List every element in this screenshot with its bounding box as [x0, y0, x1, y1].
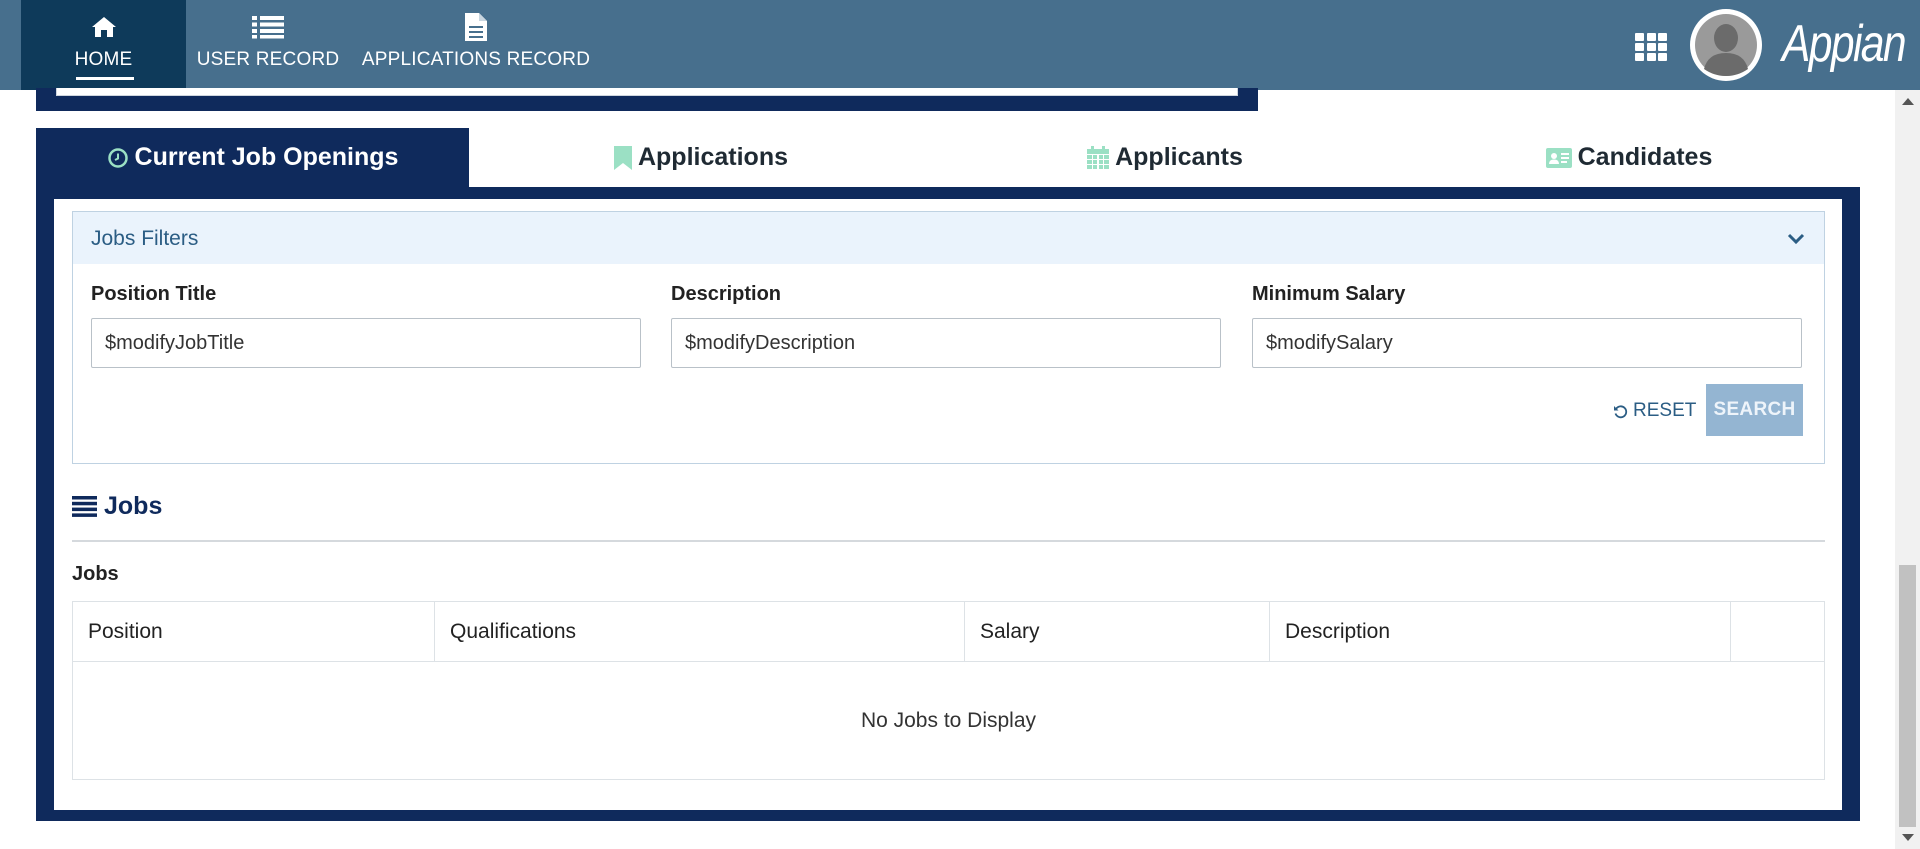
- jobs-grid: Position Qualifications Salary Descripti…: [72, 601, 1825, 780]
- id-card-icon: [1545, 147, 1572, 168]
- list-icon: [190, 12, 346, 42]
- tab-label: Current Job Openings: [134, 143, 399, 171]
- previous-section-card: [56, 88, 1238, 96]
- tab-label: Candidates: [1577, 143, 1713, 171]
- position-title-input[interactable]: [91, 318, 641, 368]
- jobs-grid-header: Position Qualifications Salary Descripti…: [73, 602, 1824, 662]
- page-scrollbar[interactable]: [1895, 90, 1920, 849]
- document-icon: [356, 12, 596, 42]
- scroll-down-arrow-icon[interactable]: [1902, 834, 1914, 841]
- nav-label-applications-record: APPLICATIONS RECORD: [361, 49, 591, 70]
- tab-current-job-openings[interactable]: Current Job Openings: [36, 128, 469, 187]
- nav-item-user-record[interactable]: USER RECORD: [190, 0, 346, 90]
- align-justify-icon: [72, 495, 97, 517]
- undo-icon: [1613, 404, 1628, 419]
- jobs-heading-text: Jobs: [104, 491, 163, 520]
- jobs-grid-label: Jobs: [72, 563, 119, 585]
- tab-applications[interactable]: Applications: [469, 128, 933, 187]
- description-field: Description: [671, 280, 1221, 368]
- minimum-salary-input[interactable]: [1252, 318, 1802, 368]
- tab-label: Applications: [637, 143, 788, 171]
- jobs-filters-header[interactable]: Jobs Filters: [73, 212, 1824, 264]
- tab-content-panel: Jobs Filters Position Title Description …: [36, 187, 1860, 821]
- tab-candidates[interactable]: Candidates: [1397, 128, 1861, 187]
- tab-content-card: Jobs Filters Position Title Description …: [54, 199, 1842, 810]
- description-input[interactable]: [671, 318, 1221, 368]
- jobs-section-heading: Jobs: [72, 489, 162, 523]
- position-title-field: Position Title: [91, 280, 641, 368]
- column-header-description[interactable]: Description: [1270, 602, 1731, 661]
- nav-label-home: HOME: [74, 49, 133, 70]
- app-launcher-grid-icon[interactable]: [1635, 33, 1667, 61]
- column-header-actions: [1731, 602, 1825, 661]
- clock-icon: [107, 147, 129, 169]
- column-header-qualifications[interactable]: Qualifications: [435, 602, 965, 661]
- nav-item-applications-record[interactable]: APPLICATIONS RECORD: [356, 0, 596, 90]
- scrollbar-thumb[interactable]: [1899, 565, 1916, 827]
- bookmark-icon: [613, 145, 632, 170]
- previous-section-edge: [36, 88, 1258, 111]
- position-title-label: Position Title: [91, 283, 217, 305]
- section-divider: [72, 540, 1825, 542]
- nav-item-home[interactable]: HOME: [21, 0, 186, 90]
- column-header-position[interactable]: Position: [73, 602, 435, 661]
- reset-button[interactable]: RESET: [1613, 397, 1696, 425]
- tab-applicants[interactable]: Applicants: [933, 128, 1397, 187]
- chevron-down-icon[interactable]: [1786, 228, 1806, 248]
- minimum-salary-field: Minimum Salary: [1252, 280, 1802, 368]
- column-header-salary[interactable]: Salary: [965, 602, 1270, 661]
- jobs-filters-section: Jobs Filters Position Title Description …: [72, 211, 1825, 464]
- jobs-filters-title: Jobs Filters: [91, 227, 199, 250]
- empty-grid-message: No Jobs to Display: [860, 709, 1037, 732]
- calendar-icon: [1087, 145, 1110, 170]
- tab-label: Applicants: [1115, 143, 1243, 171]
- home-icon: [21, 12, 186, 42]
- nav-label-user-record: USER RECORD: [196, 49, 340, 70]
- active-nav-underline: [76, 77, 134, 80]
- minimum-salary-label: Minimum Salary: [1252, 283, 1406, 305]
- top-navigation-bar: HOME USER RECORD APPLICATIONS RECORD App…: [0, 0, 1920, 90]
- search-button[interactable]: SEARCH: [1706, 384, 1803, 436]
- user-avatar[interactable]: [1690, 9, 1762, 81]
- record-tabs: Current Job Openings Applications Applic…: [36, 128, 1860, 187]
- description-label: Description: [671, 283, 782, 305]
- appian-logo: Appian: [1782, 15, 1907, 73]
- scroll-up-arrow-icon[interactable]: [1902, 98, 1914, 105]
- reset-label: RESET: [1633, 400, 1697, 421]
